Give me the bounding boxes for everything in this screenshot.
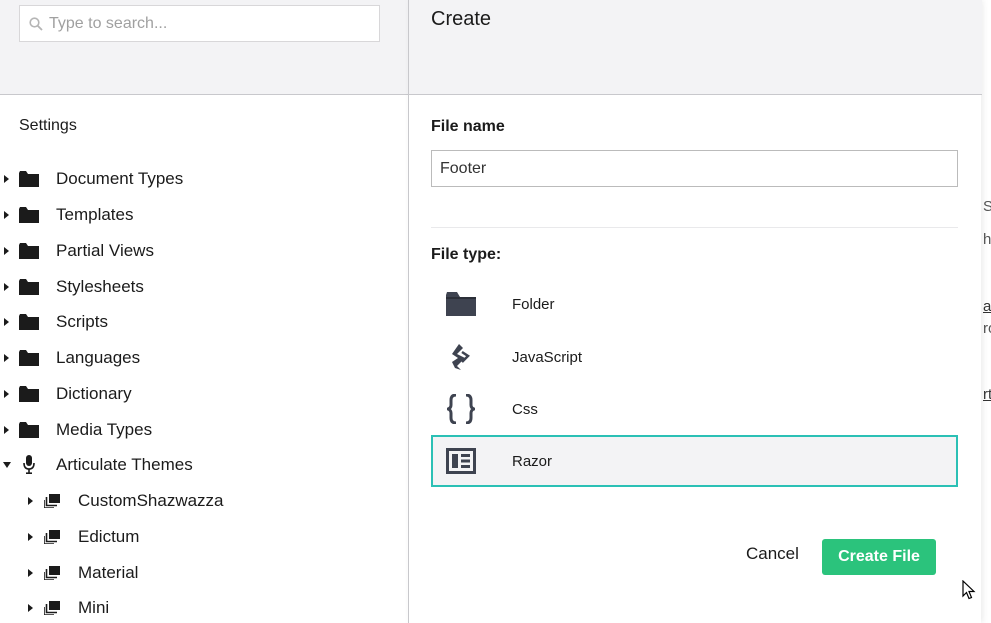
- create-dialog: Create File name File type: Folder JavaS…: [408, 0, 982, 623]
- folder-icon: [19, 171, 39, 187]
- caret-right-icon[interactable]: [4, 247, 9, 255]
- section-title: Settings: [19, 117, 77, 134]
- tree-item-templates[interactable]: Templates: [0, 200, 400, 230]
- background-text: ro: [983, 320, 991, 337]
- file-type-label-text: Css: [512, 400, 538, 418]
- tree-item-stylesheets[interactable]: Stylesheets: [0, 272, 400, 302]
- folder-icon: [19, 350, 39, 366]
- layers-icon: [44, 601, 60, 615]
- caret-right-icon[interactable]: [4, 354, 9, 362]
- caret-right-icon[interactable]: [4, 211, 9, 219]
- layers-icon: [44, 530, 60, 544]
- tree-child-material[interactable]: Material: [0, 558, 400, 588]
- caret-right-icon[interactable]: [28, 604, 33, 612]
- file-type-css[interactable]: Css: [431, 383, 958, 435]
- caret-right-icon[interactable]: [4, 426, 9, 434]
- search-icon: [29, 16, 43, 31]
- caret-right-icon[interactable]: [4, 283, 9, 291]
- tree-item-label: Templates: [56, 205, 134, 224]
- background-link[interactable]: at: [983, 298, 991, 315]
- dialog-header: Create: [409, 0, 982, 95]
- tree-item-label: CustomShazwazza: [78, 491, 224, 510]
- tree-item-label: Scripts: [56, 312, 108, 331]
- file-type-label: File type:: [431, 246, 502, 263]
- javascript-icon: [445, 341, 477, 373]
- tree-item-label: Partial Views: [56, 241, 154, 260]
- tree-item-label: Media Types: [56, 420, 153, 439]
- tree-item-label: Languages: [56, 348, 141, 367]
- search-input[interactable]: [49, 14, 349, 33]
- tree-item-partial-views[interactable]: Partial Views: [0, 236, 400, 266]
- cancel-button[interactable]: Cancel: [746, 544, 799, 564]
- folder-icon: [19, 279, 39, 295]
- tree-item-label: Edictum: [78, 527, 140, 546]
- tree-item-label: Stylesheets: [56, 277, 144, 296]
- folder-icon: [19, 243, 39, 259]
- caret-right-icon[interactable]: [4, 390, 9, 398]
- folder-icon: [19, 422, 39, 438]
- newspaper-icon: [445, 445, 477, 477]
- search-box[interactable]: [19, 5, 380, 42]
- file-type-javascript[interactable]: JavaScript: [431, 331, 958, 383]
- tree-item-label: Mini: [78, 598, 110, 617]
- caret-right-icon[interactable]: [28, 497, 33, 505]
- tree-item-dictionary[interactable]: Dictionary: [0, 379, 400, 409]
- folder-icon: [19, 314, 39, 330]
- file-type-label-text: JavaScript: [512, 348, 583, 366]
- file-type-folder[interactable]: Folder: [431, 278, 958, 330]
- layers-icon: [44, 494, 60, 508]
- tree-item-document-types[interactable]: Document Types: [0, 164, 400, 194]
- tree-child-mini[interactable]: Mini: [0, 593, 400, 623]
- tree-item-label: Dictionary: [56, 384, 132, 403]
- file-type-razor[interactable]: Razor: [431, 435, 958, 487]
- tree-child-customshazwazza[interactable]: CustomShazwazza: [0, 486, 400, 516]
- tree-item-media-types[interactable]: Media Types: [0, 415, 400, 445]
- mouse-cursor-icon: [962, 580, 976, 600]
- tree-header: [0, 0, 408, 95]
- tree-item-label: Document Types: [56, 169, 184, 188]
- folder-icon: [19, 207, 39, 223]
- caret-right-icon[interactable]: [4, 318, 9, 326]
- background-content: S he at ro rt: [981, 0, 991, 623]
- caret-right-icon[interactable]: [28, 569, 33, 577]
- tree-item-label: Articulate Themes: [56, 455, 193, 474]
- caret-right-icon[interactable]: [4, 175, 9, 183]
- microphone-icon: [23, 455, 35, 474]
- divider: [431, 227, 958, 228]
- tree-item-languages[interactable]: Languages: [0, 343, 400, 373]
- caret-right-icon[interactable]: [28, 533, 33, 541]
- file-type-label-text: Razor: [512, 452, 553, 470]
- tree-item-label: Material: [78, 563, 139, 582]
- tree-child-edictum[interactable]: Edictum: [0, 522, 400, 552]
- background-text: he: [983, 231, 991, 248]
- tree-item-articulate-themes[interactable]: Articulate Themes: [0, 450, 400, 480]
- background-link[interactable]: rt: [983, 386, 991, 403]
- caret-down-icon[interactable]: [3, 462, 11, 468]
- folder-icon: [19, 386, 39, 402]
- create-file-button[interactable]: Create File: [822, 539, 936, 575]
- background-text: S: [983, 198, 991, 215]
- file-type-label-text: Folder: [512, 295, 555, 313]
- curly-braces-icon: [445, 393, 477, 425]
- dialog-title: Create: [431, 8, 492, 30]
- tree-item-scripts[interactable]: Scripts: [0, 307, 400, 337]
- file-name-label: File name: [431, 118, 505, 135]
- layers-icon: [44, 566, 60, 580]
- file-name-input[interactable]: [431, 150, 958, 187]
- tree-panel: Settings Document Types Templates Partia…: [0, 0, 408, 623]
- folder-icon: [445, 288, 477, 320]
